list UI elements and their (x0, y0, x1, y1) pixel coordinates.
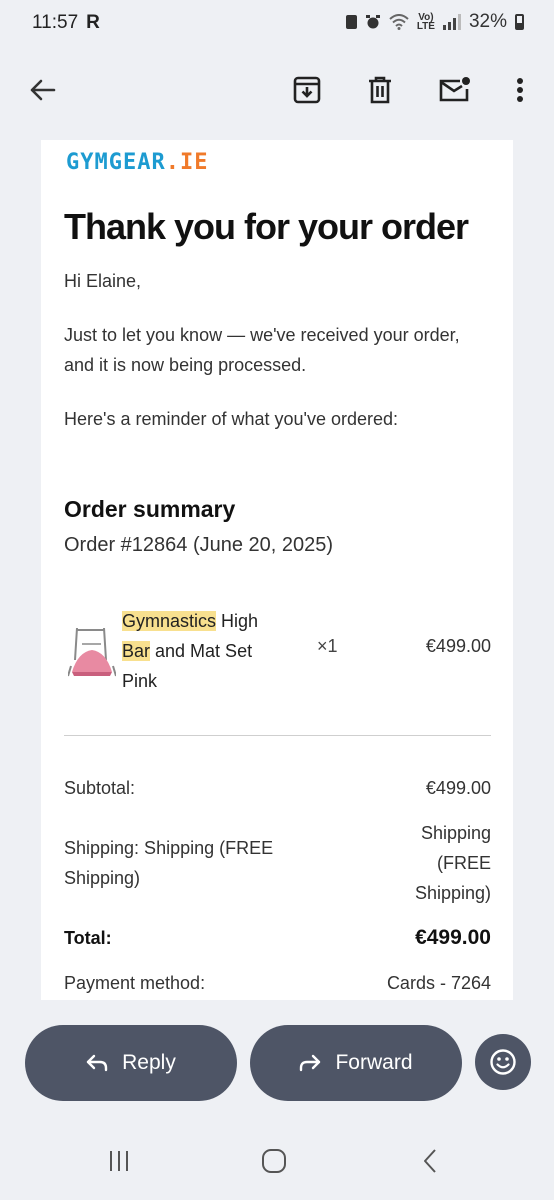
smiley-icon (490, 1049, 516, 1075)
reply-button[interactable]: Reply (25, 1025, 237, 1101)
subtotal-label: Subtotal: (64, 778, 136, 798)
product-variant: Pink (122, 671, 158, 691)
body-line-2: and it is now being processed. (64, 355, 307, 375)
logo-tld-text: .IE (165, 150, 209, 175)
body-line-1: Just to let you know — we've received yo… (64, 325, 460, 345)
home-icon (262, 1149, 286, 1173)
product-name-highlight-1: Gymnastics (122, 611, 217, 631)
forward-icon (300, 1054, 321, 1072)
reply-actions: Reply Forward (0, 1025, 554, 1101)
product-image[interactable] (68, 626, 116, 680)
system-nav-bar (0, 1130, 554, 1190)
payment-method-value: Cards - 7264 (386, 973, 491, 993)
product-name-part-2: and Mat Set (150, 641, 253, 661)
mark-unread-icon (439, 77, 470, 102)
volte-icon: Vo) LTE (416, 13, 435, 32)
wifi-icon (389, 14, 409, 30)
status-bar: 11:57 R Vo) LTE 32% (0, 0, 554, 46)
nav-back-icon (424, 1149, 436, 1173)
email-body: GYMGEAR.IE Thank you for your order Hi E… (41, 140, 513, 1000)
total-value: €499.00 (415, 926, 491, 949)
back-button[interactable] (22, 70, 62, 110)
battery-icon (515, 14, 524, 30)
shipping-label-line-1: Shipping: Shipping (FREE (64, 838, 274, 858)
product-price: €499.00 (425, 636, 491, 656)
home-button[interactable] (254, 1144, 294, 1178)
recents-button[interactable] (99, 1144, 139, 1178)
recents-icon (110, 1151, 128, 1171)
reminder-text: Here's a reminder of what you've ordered… (64, 409, 399, 429)
battery-percent: 32% (468, 11, 507, 32)
gymgear-logo[interactable]: GYMGEAR.IE (66, 150, 208, 175)
subtotal-value: €499.00 (425, 778, 491, 798)
product-name-part-1: High (216, 611, 259, 631)
reply-label: Reply (122, 1051, 176, 1074)
logo-main-text: GYMGEAR (66, 150, 166, 175)
alarm-icon (365, 15, 380, 29)
email-title: Thank you for your order (64, 206, 469, 247)
shipping-value-line-1: Shipping (420, 823, 491, 843)
forward-label: Forward (335, 1051, 413, 1074)
order-summary-heading: Order summary (64, 496, 236, 522)
more-options-button[interactable] (500, 70, 540, 110)
archive-icon (293, 76, 321, 104)
carrier-badge: R (86, 12, 100, 33)
shipping-value-line-3: Shipping) (414, 883, 491, 903)
total-label: Total: (64, 928, 112, 948)
order-number: Order #12864 (June 20, 2025) (64, 534, 334, 556)
reply-icon (86, 1054, 108, 1072)
archive-button[interactable] (287, 70, 327, 110)
back-arrow-icon (30, 79, 56, 101)
notification-icon (345, 15, 357, 29)
volte-bottom-text: LTE (416, 21, 435, 32)
delete-button[interactable] (360, 70, 400, 110)
signal-icon (442, 14, 461, 30)
mark-unread-button[interactable] (435, 70, 475, 110)
divider (64, 735, 491, 736)
shipping-value-line-2: (FREE (437, 853, 491, 873)
forward-button[interactable]: Forward (250, 1025, 462, 1101)
status-icons: Vo) LTE 32% (345, 11, 524, 33)
product-name-highlight-2: Bar (122, 641, 151, 661)
more-vert-icon (517, 78, 523, 102)
greeting: Hi Elaine, (64, 271, 142, 291)
trash-icon (369, 76, 391, 104)
product-quantity: ×1 (317, 636, 338, 656)
status-time: 11:57 R (32, 12, 100, 34)
shipping-value: Shipping (FREE Shipping) (415, 818, 491, 908)
shipping-label-line-2: Shipping) (64, 868, 141, 888)
shipping-label: Shipping: Shipping (FREE Shipping) (64, 833, 273, 893)
product-name[interactable]: Gymnastics High Bar and Mat Set Pink (122, 606, 292, 696)
body-paragraph: Just to let you know — we've received yo… (64, 320, 460, 380)
system-back-button[interactable] (410, 1144, 450, 1178)
payment-method-label: Payment method: (64, 973, 206, 993)
emoji-reaction-button[interactable] (475, 1034, 531, 1090)
clock-text: 11:57 (32, 12, 79, 33)
email-toolbar (0, 58, 554, 122)
